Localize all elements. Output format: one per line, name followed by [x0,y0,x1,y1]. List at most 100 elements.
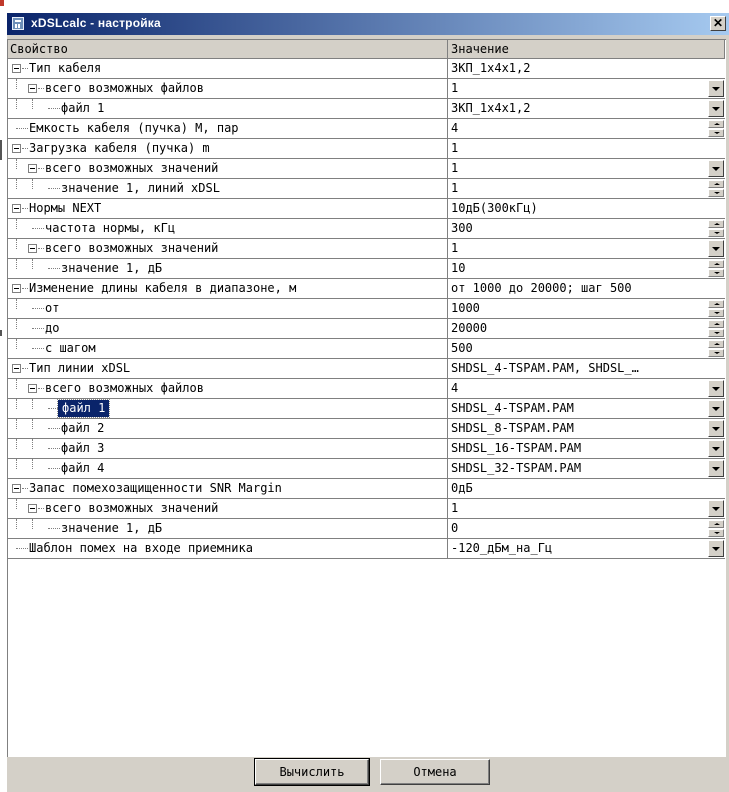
value-cell[interactable]: 4 [448,379,725,399]
collapse-toggle-icon[interactable] [12,204,21,213]
dropdown-arrow-icon[interactable] [708,80,724,97]
property-row[interactable]: всего возможных файлов 4 [8,379,725,399]
collapse-toggle-icon[interactable] [12,484,21,493]
property-row[interactable]: всего возможных значений 1 [8,499,725,519]
property-cell[interactable]: файл 1 [8,99,448,119]
property-cell[interactable]: Загрузка кабеля (пучка) m [8,139,448,159]
spin-down-icon[interactable] [708,269,724,277]
property-row[interactable]: Изменение длины кабеля в диапазоне, м от … [8,279,725,299]
collapse-toggle-icon[interactable] [28,164,37,173]
property-cell[interactable]: Запас помехозащищенности SNR Margin [8,479,448,499]
spin-up-icon[interactable] [708,320,724,328]
collapse-toggle-icon[interactable] [12,364,21,373]
property-row[interactable]: до 20000 [8,319,725,339]
property-row[interactable]: значение 1, дБ 0 [8,519,725,539]
value-cell[interactable]: SHDSL_16-TSPAM.PAM [448,439,725,459]
spin-buttons[interactable] [708,180,724,197]
spin-buttons[interactable] [708,340,724,357]
spin-up-icon[interactable] [708,120,724,128]
value-cell[interactable]: 1 [448,159,725,179]
property-row[interactable]: от 1000 [8,299,725,319]
property-row[interactable]: частота нормы, кГц 300 [8,219,725,239]
dropdown-arrow-icon[interactable] [708,100,724,117]
property-row[interactable]: файл 1 ЗКП_1х4х1,2 [8,99,725,119]
collapse-toggle-icon[interactable] [28,244,37,253]
spin-up-icon[interactable] [708,180,724,188]
property-row[interactable]: Загрузка кабеля (пучка) m 1 [8,139,725,159]
dropdown-arrow-icon[interactable] [708,240,724,257]
property-cell[interactable]: всего возможных значений [8,239,448,259]
dropdown-arrow-icon[interactable] [708,500,724,517]
value-cell[interactable]: 4 [448,119,725,139]
value-cell[interactable]: 1 [448,139,725,159]
calculate-button[interactable]: Вычислить [254,758,370,786]
spin-buttons[interactable] [708,320,724,337]
value-cell[interactable]: 10дБ(300кГц) [448,199,725,219]
value-cell[interactable]: ЗКП_1х4х1,2 [448,59,725,79]
dropdown-arrow-icon[interactable] [708,400,724,417]
property-row[interactable]: Нормы NEXT 10дБ(300кГц) [8,199,725,219]
value-cell[interactable]: SHDSL_4-TSPAM.PAM, SHDSL_… [448,359,725,379]
cancel-button[interactable]: Отмена [380,759,490,785]
value-cell[interactable]: 20000 [448,319,725,339]
collapse-toggle-icon[interactable] [12,284,21,293]
collapse-toggle-icon[interactable] [28,384,37,393]
value-cell[interactable]: 1 [448,239,725,259]
property-cell[interactable]: Емкость кабеля (пучка) М, пар [8,119,448,139]
value-cell[interactable]: 1 [448,179,725,199]
property-cell[interactable]: Изменение длины кабеля в диапазоне, м [8,279,448,299]
spin-up-icon[interactable] [708,520,724,528]
value-cell[interactable]: 1 [448,499,725,519]
spin-buttons[interactable] [708,520,724,537]
value-cell[interactable]: от 1000 до 20000; шаг 500 [448,279,725,299]
spin-buttons[interactable] [708,120,724,137]
property-cell[interactable]: всего возможных файлов [8,379,448,399]
spin-down-icon[interactable] [708,329,724,337]
value-cell[interactable]: 1 [448,79,725,99]
value-cell[interactable]: 300 [448,219,725,239]
property-row[interactable]: Запас помехозащищенности SNR Margin 0дБ [8,479,725,499]
value-cell[interactable]: SHDSL_8-TSPAM.PAM [448,419,725,439]
spin-up-icon[interactable] [708,260,724,268]
spin-down-icon[interactable] [708,129,724,137]
value-cell[interactable]: -120_дБм_на_Гц [448,539,725,559]
spin-up-icon[interactable] [708,300,724,308]
property-row[interactable]: Емкость кабеля (пучка) М, пар 4 [8,119,725,139]
property-cell[interactable]: файл 3 [8,439,448,459]
dropdown-arrow-icon[interactable] [708,420,724,437]
property-cell[interactable]: значение 1, дБ [8,259,448,279]
property-row[interactable]: файл 1 SHDSL_4-TSPAM.PAM [8,399,725,419]
value-cell[interactable]: ЗКП_1х4х1,2 [448,99,725,119]
dropdown-arrow-icon[interactable] [708,460,724,477]
property-cell[interactable]: файл 2 [8,419,448,439]
title-bar[interactable]: xDSLcalc - настройка ✕ [7,13,729,35]
value-cell[interactable]: SHDSL_4-TSPAM.PAM [448,399,725,419]
dropdown-arrow-icon[interactable] [708,440,724,457]
collapse-toggle-icon[interactable] [12,64,21,73]
spin-down-icon[interactable] [708,309,724,317]
property-cell[interactable]: значение 1, линий xDSL [8,179,448,199]
spin-buttons[interactable] [708,220,724,237]
property-row[interactable]: файл 3 SHDSL_16-TSPAM.PAM [8,439,725,459]
value-cell[interactable]: 0 [448,519,725,539]
property-cell[interactable]: до [8,319,448,339]
property-cell[interactable]: всего возможных значений [8,499,448,519]
property-row[interactable]: Тип линии xDSL SHDSL_4-TSPAM.PAM, SHDSL_… [8,359,725,379]
spin-down-icon[interactable] [708,349,724,357]
property-row[interactable]: с шагом 500 [8,339,725,359]
property-cell[interactable]: с шагом [8,339,448,359]
spin-down-icon[interactable] [708,229,724,237]
value-cell[interactable]: 1000 [448,299,725,319]
property-cell[interactable]: Тип кабеля [8,59,448,79]
property-cell[interactable]: Шаблон помех на входе приемника [8,539,448,559]
collapse-toggle-icon[interactable] [28,84,37,93]
spin-up-icon[interactable] [708,340,724,348]
value-cell[interactable]: SHDSL_32-TSPAM.PAM [448,459,725,479]
property-row[interactable]: файл 2 SHDSL_8-TSPAM.PAM [8,419,725,439]
property-row[interactable]: всего возможных значений 1 [8,159,725,179]
spin-down-icon[interactable] [708,189,724,197]
property-cell[interactable]: частота нормы, кГц [8,219,448,239]
dropdown-arrow-icon[interactable] [708,380,724,397]
spin-buttons[interactable] [708,260,724,277]
column-header-property[interactable]: Свойство [8,40,448,59]
